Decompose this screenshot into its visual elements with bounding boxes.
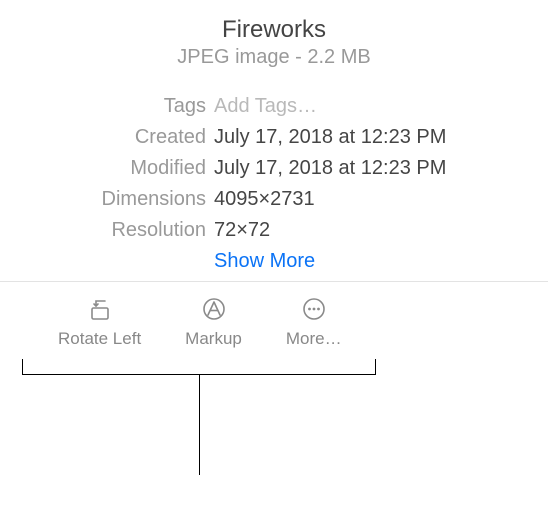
rotate-left-icon bbox=[87, 296, 113, 322]
more-icon bbox=[301, 296, 327, 322]
rotate-left-button[interactable]: Rotate Left bbox=[58, 296, 141, 349]
rotate-left-label: Rotate Left bbox=[58, 329, 141, 349]
tags-field[interactable]: Add Tags… bbox=[214, 93, 548, 120]
modified-label: Modified bbox=[0, 155, 206, 182]
file-subtitle: JPEG image - 2.2 MB bbox=[0, 46, 548, 69]
more-label: More… bbox=[286, 329, 342, 349]
show-more-link[interactable]: Show More bbox=[214, 248, 548, 275]
resolution-label: Resolution bbox=[0, 217, 206, 244]
markup-button[interactable]: Markup bbox=[185, 296, 242, 349]
markup-icon bbox=[201, 296, 227, 322]
markup-label: Markup bbox=[185, 329, 242, 349]
quick-actions-toolbar: Rotate Left Markup bbox=[58, 282, 548, 371]
dimensions-label: Dimensions bbox=[0, 186, 206, 213]
dimensions-value: 4095×2731 bbox=[214, 186, 548, 213]
tags-label: Tags bbox=[0, 93, 206, 120]
resolution-value: 72×72 bbox=[214, 217, 548, 244]
callout-bracket bbox=[22, 359, 376, 475]
preview-info-panel: Fireworks JPEG image - 2.2 MB Tags Add T… bbox=[0, 0, 548, 371]
created-value: July 17, 2018 at 12:23 PM bbox=[214, 124, 548, 151]
created-label: Created bbox=[0, 124, 206, 151]
more-button[interactable]: More… bbox=[286, 296, 342, 349]
modified-value: July 17, 2018 at 12:23 PM bbox=[214, 155, 548, 182]
metadata-grid: Tags Add Tags… Created July 17, 2018 at … bbox=[0, 93, 548, 275]
file-title: Fireworks bbox=[0, 16, 548, 44]
